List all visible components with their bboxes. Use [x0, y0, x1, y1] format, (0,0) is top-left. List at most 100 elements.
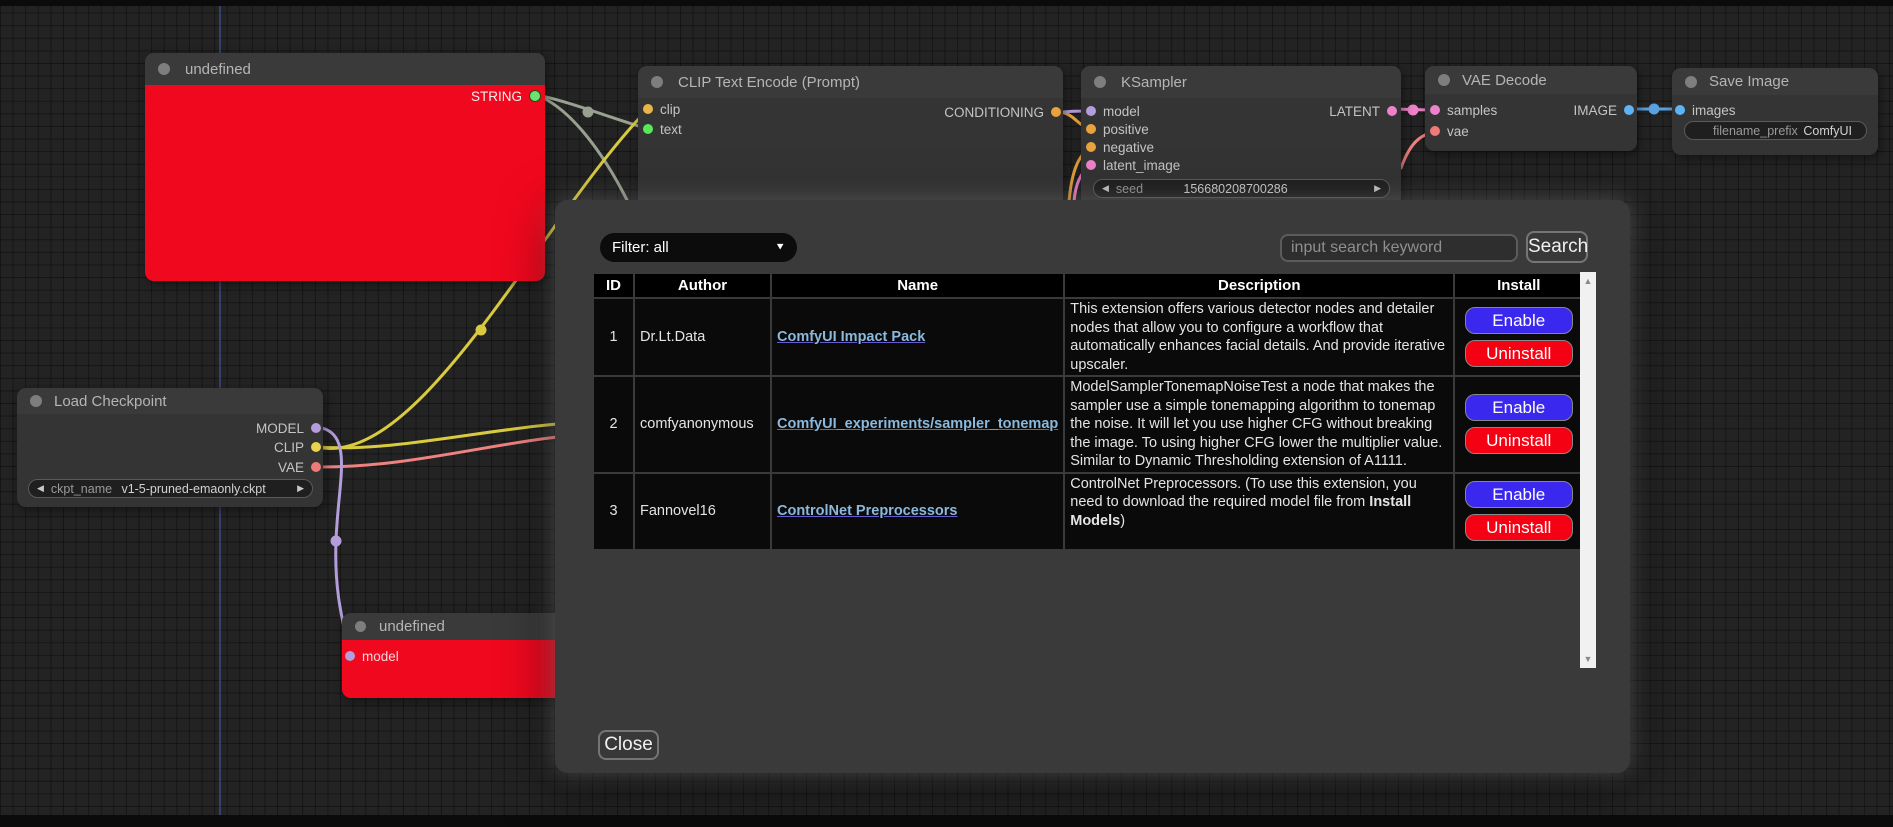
uninstall-button[interactable]: Uninstall	[1465, 514, 1573, 541]
output-port-dot[interactable]	[529, 90, 541, 102]
node-undefined-top-header[interactable]: undefined	[145, 53, 545, 85]
input-port-dot[interactable]	[643, 104, 653, 114]
input-port-dot[interactable]	[1430, 105, 1440, 115]
scroll-down-icon[interactable]: ▼	[1580, 652, 1596, 666]
node-title: undefined	[185, 61, 251, 78]
output-port-dot[interactable]	[311, 442, 321, 452]
node-undefined-bottom-header[interactable]: undefined	[342, 613, 566, 640]
cell-author: Dr.Lt.Data	[635, 299, 770, 375]
header-install: Install	[1455, 274, 1582, 297]
output-port-dot[interactable]	[311, 423, 321, 433]
cell-install: Enable Uninstall	[1455, 377, 1582, 472]
top-edge-bar	[0, 0, 1893, 6]
table-row: 1 Dr.Lt.Data ComfyUI Impact Pack This ex…	[594, 299, 1582, 375]
output-port-dot[interactable]	[311, 462, 321, 472]
header-name: Name	[772, 274, 1063, 297]
node-collapse-dot-icon[interactable]	[158, 63, 170, 75]
node-vae-decode-header[interactable]: VAE Decode	[1425, 66, 1637, 94]
extension-manager-dialog: Filter: all ⯆ Search ID Author Name Desc…	[555, 200, 1630, 773]
cell-name: ComfyUI_experiments/sampler_tonemap	[772, 377, 1063, 472]
comfyui-canvas[interactable]: undefined STRING CLIP Text Encode (Promp…	[0, 0, 1893, 827]
cell-name: ComfyUI Impact Pack	[772, 299, 1063, 375]
enable-button[interactable]: Enable	[1465, 481, 1573, 508]
extension-link[interactable]: ComfyUI Impact Pack	[777, 329, 925, 345]
input-samples: samples	[1430, 101, 1497, 119]
table-scrollbar[interactable]: ▲ ▼	[1580, 272, 1596, 668]
cell-author: comfyanonymous	[635, 377, 770, 472]
close-button[interactable]: Close	[598, 730, 659, 760]
scroll-up-icon[interactable]: ▲	[1580, 274, 1596, 288]
input-negative: negative	[1086, 138, 1154, 156]
seed-value: 156680208700286	[1183, 182, 1287, 196]
node-collapse-dot-icon[interactable]	[355, 621, 366, 632]
node-undefined-top[interactable]: undefined STRING	[145, 53, 545, 281]
enable-button[interactable]: Enable	[1465, 307, 1573, 334]
cell-description: This extension offers various detector n…	[1065, 299, 1453, 375]
header-author: Author	[635, 274, 770, 297]
node-ksampler[interactable]: KSampler model positive negative latent_…	[1081, 66, 1401, 206]
node-undefined-bottom[interactable]: undefined model	[342, 613, 566, 698]
input-port-dot[interactable]	[1430, 126, 1440, 136]
node-save-image-header[interactable]: Save Image	[1672, 68, 1878, 95]
ckpt-name-value: v1-5-pruned-emaonly.ckpt	[121, 482, 265, 496]
input-port-dot[interactable]	[1086, 124, 1096, 134]
output-clip: CLIP	[274, 438, 321, 456]
node-vae-decode[interactable]: VAE Decode samples vae IMAGE	[1425, 66, 1637, 151]
node-collapse-dot-icon[interactable]	[30, 395, 42, 407]
node-undefined-top-body	[145, 85, 545, 281]
node-clip-text-encode[interactable]: CLIP Text Encode (Prompt) clip text COND…	[638, 66, 1063, 216]
increment-arrow-icon[interactable]: ▶	[1374, 184, 1381, 193]
node-clip-text-encode-header[interactable]: CLIP Text Encode (Prompt)	[638, 66, 1063, 98]
decrement-arrow-icon[interactable]: ◀	[1102, 184, 1109, 193]
search-button[interactable]: Search	[1526, 231, 1588, 263]
input-positive: positive	[1086, 120, 1149, 138]
cell-name: ControlNet Preprocessors	[772, 474, 1063, 549]
extension-table-region: ID Author Name Description Install 1 Dr.…	[594, 272, 1596, 668]
increment-arrow-icon[interactable]: ▶	[297, 484, 304, 493]
search-input[interactable]	[1280, 234, 1518, 262]
cell-description: ModelSamplerTonemapNoiseTest a node that…	[1065, 377, 1453, 472]
input-clip: clip	[643, 100, 680, 118]
enable-button[interactable]: Enable	[1465, 394, 1573, 421]
node-ksampler-header[interactable]: KSampler	[1081, 66, 1401, 98]
ckpt-name-widget[interactable]: ◀ ckpt_name v1-5-pruned-emaonly.ckpt ▶	[28, 479, 313, 498]
input-vae: vae	[1430, 122, 1469, 140]
cell-id: 1	[594, 299, 633, 375]
filter-select[interactable]: Filter: all ⯆	[600, 233, 797, 262]
input-port-dot[interactable]	[1675, 105, 1685, 115]
output-model: MODEL	[256, 419, 321, 437]
table-header-row: ID Author Name Description Install	[594, 274, 1582, 297]
output-latent: LATENT	[1329, 102, 1397, 120]
table-row: 2 comfyanonymous ComfyUI_experiments/sam…	[594, 377, 1582, 472]
input-port-dot[interactable]	[1086, 106, 1096, 116]
node-collapse-dot-icon[interactable]	[1438, 74, 1450, 86]
node-collapse-dot-icon[interactable]	[651, 76, 663, 88]
cell-description: ControlNet Preprocessors. (To use this e…	[1065, 474, 1453, 549]
input-port-dot[interactable]	[1086, 160, 1096, 170]
output-port-dot[interactable]	[1624, 105, 1634, 115]
seed-widget[interactable]: ◀ seed 156680208700286 ▶	[1093, 179, 1390, 198]
extension-link[interactable]: ComfyUI_experiments/sampler_tonemap	[777, 416, 1058, 432]
uninstall-button[interactable]: Uninstall	[1465, 427, 1573, 454]
uninstall-button[interactable]: Uninstall	[1465, 340, 1573, 367]
output-conditioning: CONDITIONING	[944, 103, 1061, 121]
node-save-image[interactable]: Save Image images filename_prefix ComfyU…	[1672, 68, 1878, 155]
extension-link[interactable]: ControlNet Preprocessors	[777, 503, 958, 519]
node-collapse-dot-icon[interactable]	[1094, 76, 1106, 88]
input-text: text	[643, 120, 682, 138]
filename-prefix-widget[interactable]: filename_prefix ComfyUI	[1684, 121, 1867, 140]
output-port-dot[interactable]	[1387, 106, 1397, 116]
header-id: ID	[594, 274, 633, 297]
node-collapse-dot-icon[interactable]	[1685, 76, 1697, 88]
output-port-dot[interactable]	[1051, 107, 1061, 117]
input-model: model	[1086, 102, 1140, 120]
decrement-arrow-icon[interactable]: ◀	[37, 484, 44, 493]
input-port-dot[interactable]	[345, 651, 355, 661]
input-images: images	[1675, 101, 1736, 119]
bottom-edge-bar	[0, 815, 1893, 827]
node-load-checkpoint[interactable]: Load Checkpoint MODEL CLIP VAE ◀ ckpt_na…	[17, 388, 323, 507]
input-port-dot[interactable]	[1086, 142, 1096, 152]
input-port-dot[interactable]	[643, 124, 653, 134]
node-load-checkpoint-header[interactable]: Load Checkpoint	[17, 388, 323, 414]
output-string: STRING	[471, 87, 541, 105]
